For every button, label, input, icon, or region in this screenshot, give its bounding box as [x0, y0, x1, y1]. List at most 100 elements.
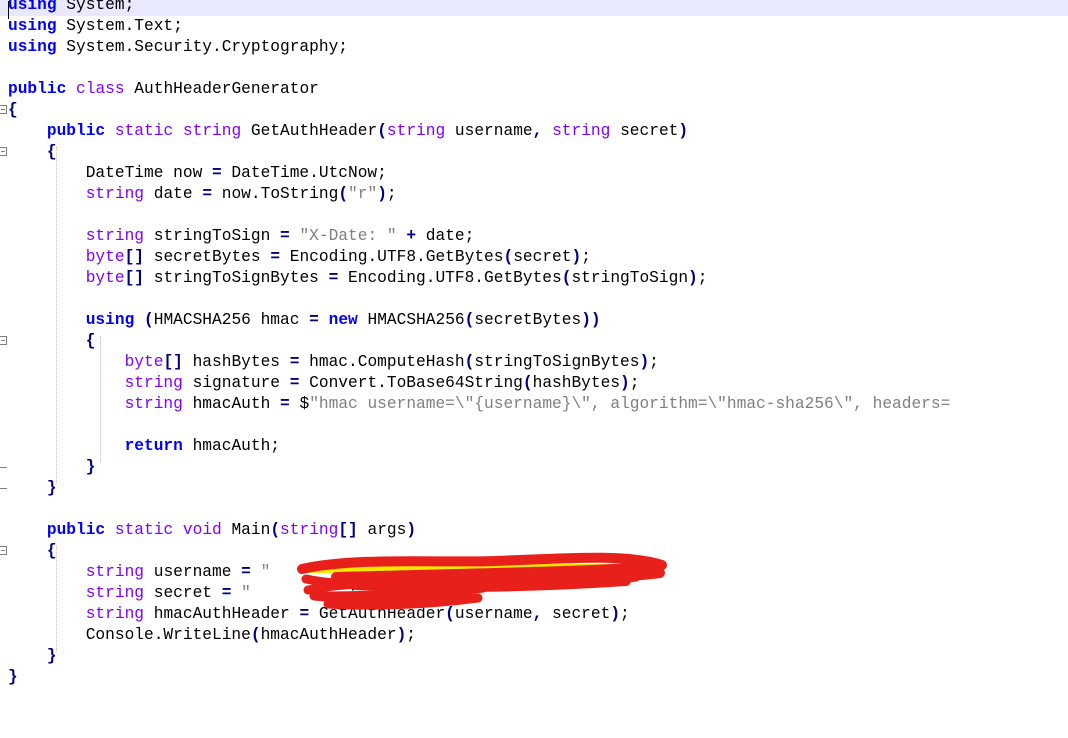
- code-token: (: [503, 248, 514, 266]
- code-token: =: [289, 353, 300, 371]
- code-token: secretBytes: [474, 311, 582, 329]
- code-text: public class AuthHeaderGenerator: [8, 79, 319, 100]
- code-line[interactable]: [0, 58, 1068, 79]
- code-token: Main: [221, 521, 271, 539]
- text-cursor: [8, 1, 9, 19]
- code-token: []: [124, 248, 145, 266]
- code-line[interactable]: byte[] secretBytes = Encoding.UTF8.GetBy…: [0, 247, 1068, 268]
- code-text: string hmacAuth = $"hmac username=\"{use…: [8, 394, 951, 415]
- code-line[interactable]: public static string GetAuthHeader(strin…: [0, 121, 1068, 142]
- code-text: using System.Text;: [8, 16, 183, 37]
- code-token: static: [114, 521, 174, 539]
- code-line[interactable]: string stringToSign = "X-Date: " + date;: [0, 226, 1068, 247]
- code-line[interactable]: byte[] stringToSignBytes = Encoding.UTF8…: [0, 268, 1068, 289]
- code-text: return hmacAuth;: [8, 436, 280, 457]
- code-line[interactable]: public static void Main(string[] args): [0, 520, 1068, 541]
- code-line[interactable]: [0, 289, 1068, 310]
- code-token: =: [202, 185, 213, 203]
- code-line[interactable]: public class AuthHeaderGenerator: [0, 79, 1068, 100]
- code-line[interactable]: string hmacAuthHeader = GetAuthHeader(us…: [0, 604, 1068, 625]
- code-line[interactable]: using System;: [0, 0, 1068, 16]
- code-token: System.Security.Cryptography;: [56, 38, 349, 56]
- code-line[interactable]: string signature = Convert.ToBase64Strin…: [0, 373, 1068, 394]
- code-line[interactable]: }: [0, 457, 1068, 478]
- code-text: }: [8, 457, 96, 478]
- code-text: string date = now.ToString("r");: [8, 184, 397, 205]
- code-token: GetAuthHeader: [241, 122, 378, 140]
- code-line[interactable]: DateTime now = DateTime.UtcNow;: [0, 163, 1068, 184]
- code-token: (: [522, 374, 533, 392]
- code-token: {: [85, 332, 96, 350]
- code-token: string: [85, 227, 145, 245]
- code-token: =: [221, 584, 232, 602]
- code-line[interactable]: }: [0, 646, 1068, 667]
- code-token: stringToSign: [144, 227, 281, 245]
- code-token: +: [406, 227, 417, 245]
- code-token: ;: [629, 374, 640, 392]
- code-line[interactable]: [0, 205, 1068, 226]
- indent-guide: [100, 336, 101, 462]
- code-token: secret: [144, 584, 222, 602]
- code-text: }: [8, 646, 57, 667]
- code-line[interactable]: using System.Security.Cryptography;: [0, 37, 1068, 58]
- code-line[interactable]: }: [0, 667, 1068, 688]
- code-editor[interactable]: using System; using System.Text; using Sys…: [0, 0, 1068, 738]
- code-token: stringToSign: [571, 269, 689, 287]
- code-line[interactable]: byte[] hashBytes = hmac.ComputeHash(stri…: [0, 352, 1068, 373]
- code-token: hmacAuthHeader: [144, 605, 300, 623]
- code-token: "r": [348, 185, 378, 203]
- code-text: byte[] secretBytes = Encoding.UTF8.GetBy…: [8, 247, 591, 268]
- code-token: =: [212, 164, 222, 182]
- code-text: public static void Main(string[] args): [8, 520, 416, 541]
- code-token: string: [280, 521, 339, 539]
- code-token: return: [124, 437, 183, 455]
- code-token: (: [338, 185, 349, 203]
- code-line[interactable]: {: [0, 331, 1068, 352]
- code-line[interactable]: Console.WriteLine(hmacAuthHeader);: [0, 625, 1068, 646]
- code-token: ): [571, 248, 582, 266]
- code-token: using: [8, 17, 57, 35]
- code-text: string signature = Convert.ToBase64Strin…: [8, 373, 640, 394]
- code-token: byte: [85, 248, 125, 266]
- code-text: }: [8, 478, 57, 499]
- code-token: string: [182, 122, 242, 140]
- code-token: string: [386, 122, 446, 140]
- code-token: secret: [513, 248, 572, 266]
- code-line[interactable]: [0, 499, 1068, 520]
- code-line[interactable]: }: [0, 478, 1068, 499]
- code-token: (: [377, 122, 387, 140]
- code-line[interactable]: {: [0, 142, 1068, 163]
- code-text: {: [8, 142, 57, 163]
- code-token: secret: [610, 122, 679, 140]
- code-token: (: [270, 521, 281, 539]
- code-token: Encoding.UTF8.GetBytes: [280, 248, 504, 266]
- code-line[interactable]: return hmacAuth;: [0, 436, 1068, 457]
- code-token: now.ToString: [212, 185, 339, 203]
- code-token: ": [241, 584, 251, 602]
- code-token: args: [357, 521, 407, 539]
- code-line[interactable]: string date = now.ToString("r");: [0, 184, 1068, 205]
- code-token: date: [144, 185, 203, 203]
- code-text: public static string GetAuthHeader(strin…: [8, 121, 688, 142]
- code-token: public: [8, 80, 67, 98]
- code-token: ;: [697, 269, 708, 287]
- code-line[interactable]: {: [0, 100, 1068, 121]
- code-line[interactable]: using System.Text;: [0, 16, 1068, 37]
- code-token: hmacAuth: [182, 395, 281, 413]
- code-token: string: [85, 563, 145, 581]
- code-line[interactable]: [0, 415, 1068, 436]
- code-line[interactable]: string hmacAuth = $"hmac username=\"{use…: [0, 394, 1068, 415]
- code-text: }: [8, 667, 18, 688]
- code-line[interactable]: using (HMACSHA256 hmac = new HMACSHA256(…: [0, 310, 1068, 331]
- code-token: void: [182, 521, 222, 539]
